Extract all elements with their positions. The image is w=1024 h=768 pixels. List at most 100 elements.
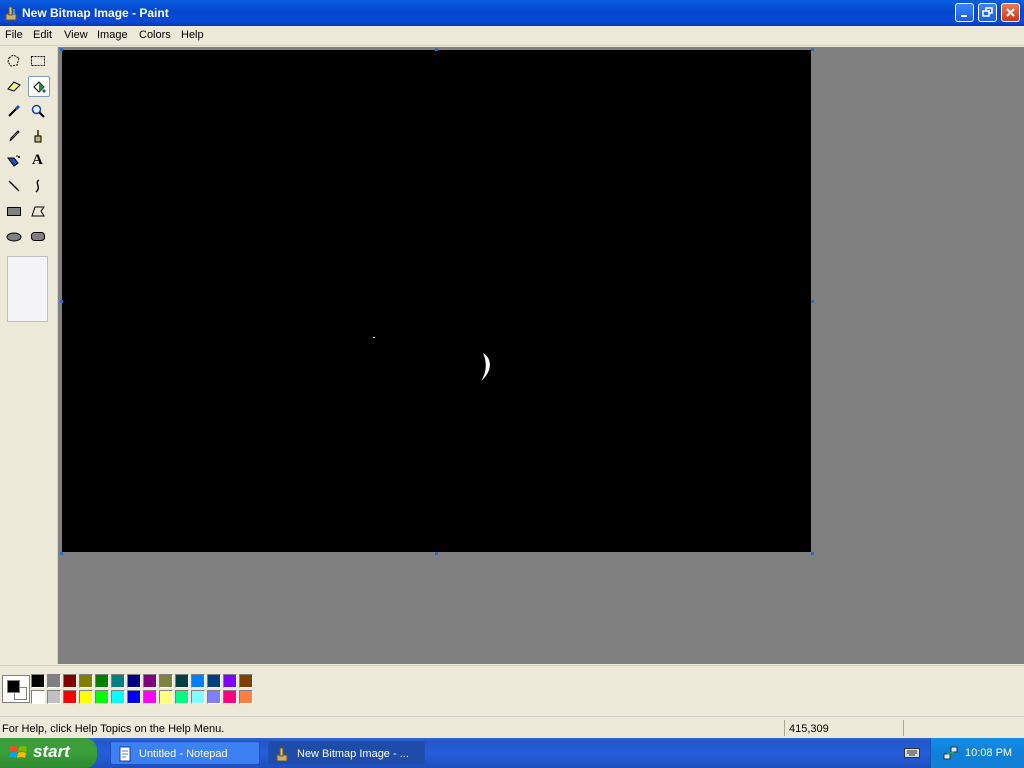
palette-color-swatch[interactable] xyxy=(159,674,173,688)
fill-bucket-tool[interactable] xyxy=(28,76,50,97)
palette-color-swatch[interactable] xyxy=(207,690,221,704)
palette-color-swatch[interactable] xyxy=(175,690,189,704)
palette-color-swatch[interactable] xyxy=(47,674,61,688)
line-tool[interactable] xyxy=(4,176,26,197)
color-box xyxy=(0,665,1024,714)
pick-color-icon xyxy=(8,104,21,117)
taskbar-item-label: Untitled - Notepad xyxy=(139,748,228,760)
rectangle-icon xyxy=(7,207,21,216)
taskbar-item-paint[interactable]: New Bitmap Image - ... xyxy=(268,741,425,765)
clock: 10:08 PM xyxy=(965,747,1013,759)
resize-handle[interactable] xyxy=(435,552,438,555)
magnifier-icon xyxy=(31,104,45,118)
polygon-tool[interactable] xyxy=(28,201,50,222)
palette-color-swatch[interactable] xyxy=(239,674,253,688)
palette-color-swatch[interactable] xyxy=(159,690,173,704)
palette-color-swatch[interactable] xyxy=(191,690,205,704)
polygon-icon xyxy=(31,206,45,217)
palette-color-swatch[interactable] xyxy=(127,674,141,688)
canvas-drawing xyxy=(373,337,490,381)
palette-color-swatch[interactable] xyxy=(127,690,141,704)
menu-edit[interactable]: Edit xyxy=(30,28,55,42)
drawing-canvas[interactable] xyxy=(62,50,811,552)
notepad-icon xyxy=(119,746,131,762)
pencil-tool[interactable] xyxy=(4,126,26,147)
foreground-color-swatch xyxy=(7,680,20,693)
status-bar: For Help, click Help Topics on the Help … xyxy=(0,716,1024,739)
palette-color-swatch[interactable] xyxy=(111,690,125,704)
palette-color-swatch[interactable] xyxy=(63,674,77,688)
pencil-icon xyxy=(9,130,20,142)
palette-color-swatch[interactable] xyxy=(111,674,125,688)
status-divider xyxy=(784,720,785,736)
text-tool[interactable]: A xyxy=(28,151,50,172)
resize-handle[interactable] xyxy=(811,300,814,303)
system-tray: 10:08 PM xyxy=(930,738,1024,768)
palette-color-swatch[interactable] xyxy=(95,674,109,688)
current-colors xyxy=(2,675,30,703)
restore-button[interactable] xyxy=(978,3,997,22)
palette-color-swatch[interactable] xyxy=(31,690,45,704)
rectangle-tool[interactable] xyxy=(4,201,26,222)
pick-color-tool[interactable] xyxy=(4,101,26,122)
palette-color-swatch[interactable] xyxy=(47,690,61,704)
rounded-rect-tool[interactable] xyxy=(28,226,50,247)
menu-bar: File Edit View Image Colors Help xyxy=(0,26,1024,46)
menu-image[interactable]: Image xyxy=(94,28,131,42)
resize-handle xyxy=(60,48,63,51)
ellipse-tool[interactable] xyxy=(4,226,26,247)
menu-file[interactable]: File xyxy=(2,28,26,42)
magnifier-tool[interactable] xyxy=(28,101,50,122)
free-form-select-tool[interactable] xyxy=(4,51,26,72)
toolbox: A xyxy=(0,47,57,664)
palette-color-swatch[interactable] xyxy=(79,690,93,704)
taskbar-item-notepad[interactable]: Untitled - Notepad xyxy=(110,741,260,765)
ellipse-icon xyxy=(6,232,22,242)
keyboard-icon[interactable] xyxy=(904,747,920,759)
palette-color-swatch[interactable] xyxy=(191,674,205,688)
free-form-select-icon xyxy=(7,54,20,67)
line-icon xyxy=(8,180,20,192)
airbrush-icon xyxy=(7,155,20,167)
palette-color-swatch[interactable] xyxy=(175,674,189,688)
palette-color-swatch[interactable] xyxy=(31,674,45,688)
resize-handle xyxy=(60,300,63,303)
taskbar: start Untitled - Notepad New Bitmap Imag… xyxy=(0,738,1024,768)
menu-help[interactable]: Help xyxy=(178,28,207,42)
rect-select-icon xyxy=(31,56,45,66)
resize-handle xyxy=(60,552,63,555)
palette-color-swatch[interactable] xyxy=(143,690,157,704)
curve-tool[interactable] xyxy=(28,176,50,197)
palette-color-swatch[interactable] xyxy=(95,690,109,704)
brush-icon xyxy=(34,130,42,143)
status-help-text: For Help, click Help Topics on the Help … xyxy=(2,723,225,735)
palette-color-swatch[interactable] xyxy=(223,674,237,688)
rect-select-tool[interactable] xyxy=(28,51,50,72)
resize-handle xyxy=(435,48,438,51)
minimize-button[interactable] xyxy=(955,3,974,22)
fill-bucket-icon xyxy=(33,81,46,93)
taskbar-item-label: New Bitmap Image - ... xyxy=(297,748,409,760)
palette-color-swatch[interactable] xyxy=(79,674,93,688)
brush-tool[interactable] xyxy=(28,126,50,147)
start-label: start xyxy=(33,742,70,761)
palette-color-swatch[interactable] xyxy=(207,674,221,688)
paint-app-icon xyxy=(276,747,288,762)
menu-colors[interactable]: Colors xyxy=(136,28,174,42)
close-button[interactable] xyxy=(1001,3,1020,22)
palette-color-swatch[interactable] xyxy=(63,690,77,704)
palette-color-swatch[interactable] xyxy=(239,690,253,704)
resize-handle[interactable] xyxy=(811,552,814,555)
menu-view[interactable]: View xyxy=(61,28,91,42)
network-icon[interactable] xyxy=(943,745,959,761)
eraser-tool[interactable] xyxy=(4,76,26,97)
cursor-coordinates: 415,309 xyxy=(789,723,829,735)
tool-options-box[interactable] xyxy=(7,256,48,322)
palette-color-swatch[interactable] xyxy=(223,690,237,704)
start-button[interactable]: start xyxy=(0,738,97,768)
curve-icon xyxy=(35,179,40,193)
palette-color-swatch[interactable] xyxy=(143,674,157,688)
airbrush-tool[interactable] xyxy=(4,151,26,172)
title-bar: New Bitmap Image - Paint xyxy=(0,0,1024,26)
windows-flag-icon xyxy=(9,746,27,758)
